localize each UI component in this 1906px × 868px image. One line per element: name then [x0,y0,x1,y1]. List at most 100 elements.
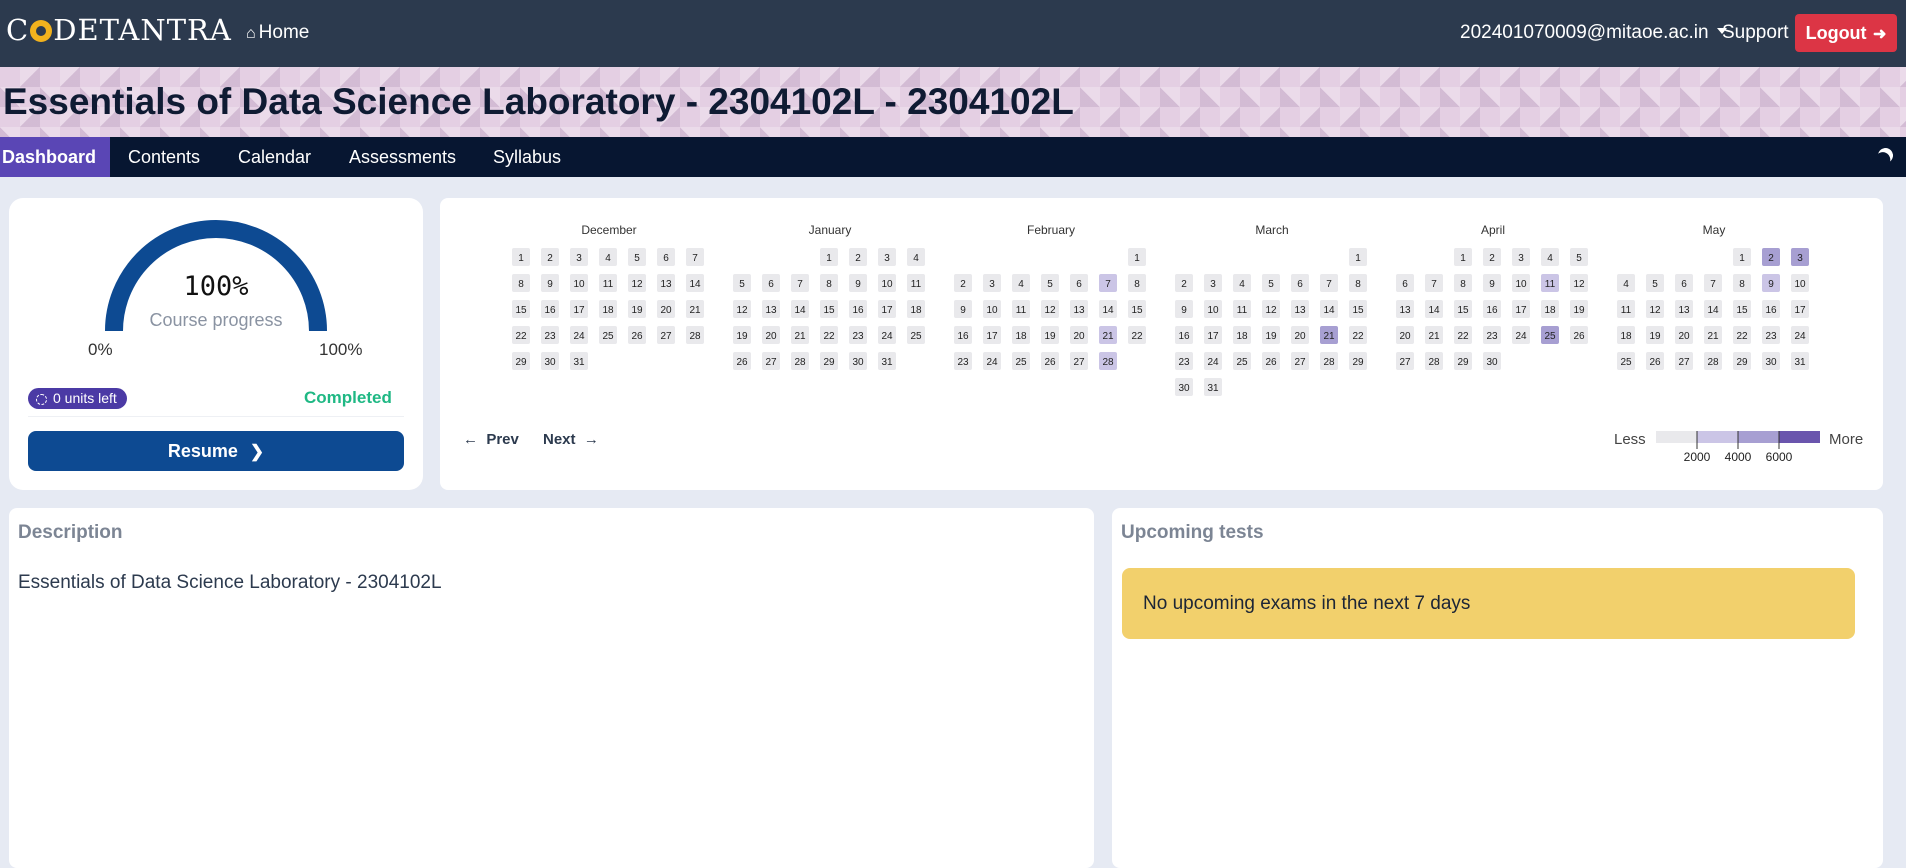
heatmap-day-label: 1 [826,253,832,264]
heatmap-day-label: 21 [1102,331,1114,342]
heatmap-day-label: 21 [1707,331,1719,342]
heatmap-day-label: 20 [1073,331,1085,342]
legend-more-label: More [1829,431,1864,448]
heatmap-day-label: 19 [1265,331,1277,342]
divider [28,416,404,417]
heatmap-day-label: 4 [1623,279,1629,290]
heatmap-day-label: 17 [881,305,893,316]
course-title: Essentials of Data Science Laboratory - … [3,81,1074,122]
heatmap-day-label: 3 [1797,253,1803,264]
heatmap-day-label: 9 [960,305,966,316]
heatmap-day-label: 15 [1457,305,1469,316]
heatmap-day-label: 19 [1044,331,1056,342]
heatmap-day-label: 20 [1678,331,1690,342]
heatmap-day-label: 9 [547,279,553,290]
heatmap-day-label: 5 [1576,253,1582,264]
heatmap-day-label: 30 [1486,357,1498,368]
heatmap-day-label: 28 [794,357,806,368]
heatmap-day-label: 11 [1621,305,1632,316]
heatmap-day-label: 25 [1236,357,1248,368]
heatmap-day-label: 28 [1707,357,1719,368]
home-link[interactable]: ⌂ Home [246,22,309,44]
heatmap-day-label: 2 [960,279,966,290]
home-label: Home [258,22,310,43]
heatmap-day-label: 25 [1544,331,1556,342]
heatmap-day-label: 26 [1044,357,1056,368]
heatmap-day-label: 27 [660,331,672,342]
heatmap-day-label: 21 [1323,331,1335,342]
heatmap-day-label: 16 [957,331,969,342]
heatmap-month-label: January [809,223,852,237]
heatmap-day-label: 10 [1794,279,1806,290]
logout-button[interactable]: Logout ➜ [1795,14,1897,52]
heatmap-day-label: 5 [634,253,640,264]
heatmap-day-label: 18 [1236,331,1248,342]
heatmap-day-label: 13 [1073,305,1085,316]
heatmap-day-label: 9 [1181,305,1187,316]
heatmap-day-label: 9 [1489,279,1495,290]
heatmap-day-label: 21 [1428,331,1440,342]
heatmap-day-label: 10 [1207,305,1219,316]
next-label: Next [543,431,576,448]
course-nav: Dashboard Contents Calendar Assessments … [0,137,1906,177]
tab-contents[interactable]: Contents [128,137,200,177]
heatmap-day-label: 25 [910,331,922,342]
heatmap-day-label: 6 [1681,279,1687,290]
support-link[interactable]: Support [1722,22,1789,44]
heatmap-day-label: 15 [515,305,527,316]
heatmap-day-label: 5 [739,279,745,290]
heatmap-day-label: 1 [1739,253,1745,264]
heatmap-day-label: 24 [1207,357,1219,368]
heatmap-day-label: 26 [1573,331,1585,342]
heatmap-day-label: 25 [1015,357,1027,368]
heatmap-day-label: 16 [1486,305,1498,316]
heatmap-day-label: 24 [986,357,998,368]
heatmap-day-label: 27 [1294,357,1306,368]
tab-dashboard[interactable]: Dashboard [0,137,111,177]
heatmap-day-label: 2 [547,253,553,264]
heatmap-day-label: 13 [1399,305,1411,316]
resume-button[interactable]: Resume ❯ [28,431,404,471]
next-button[interactable]: Next → [543,431,599,448]
arrow-right-icon: → [583,431,599,448]
heatmap-day-label: 12 [1649,305,1661,316]
heatmap-day-label: 7 [692,253,698,264]
heatmap-month-label: May [1703,223,1726,237]
moon-icon[interactable] [1876,146,1895,165]
heatmap-day-label: 11 [1545,279,1556,290]
home-icon: ⌂ [246,25,256,42]
heatmap-day-label: 14 [1428,305,1440,316]
tab-assessments[interactable]: Assessments [349,137,456,177]
tab-calendar[interactable]: Calendar [238,137,311,177]
tab-syllabus[interactable]: Syllabus [493,137,561,177]
heatmap-day-label: 8 [1460,279,1466,290]
legend-swatch [1656,431,1697,443]
prev-button[interactable]: ← Prev [463,431,519,448]
heatmap-day-label: 29 [823,357,835,368]
heatmap-day-label: 22 [1352,331,1364,342]
codetantra-logo[interactable]: C DETANTRA [6,13,232,47]
heatmap-day-label: 14 [689,279,701,290]
logo-text: DETANTRA [53,13,232,47]
heatmap-day-label: 6 [1402,279,1408,290]
heatmap-day-label: 24 [1515,331,1527,342]
description-card: Description Essentials of Data Science L… [9,508,1094,868]
heatmap-day-label: 22 [515,331,527,342]
heatmap-day-label: 3 [884,253,890,264]
sign-out-icon: ➜ [1868,26,1887,43]
heatmap-month-label: April [1481,223,1505,237]
heatmap-day-label: 13 [765,305,777,316]
legend-swatch [1779,431,1820,443]
heatmap-day-label: 26 [1265,357,1277,368]
user-email: 202401070009@mitaoe.ac.in [1460,22,1709,43]
user-menu-dropdown[interactable]: 202401070009@mitaoe.ac.in [1460,22,1727,44]
heatmap-day-label: 30 [544,357,556,368]
heatmap-day-label: 23 [1765,331,1777,342]
heatmap-day-label: 11 [1237,305,1248,316]
heatmap-day-label: 6 [1297,279,1303,290]
heatmap-day-label: 30 [1178,383,1190,394]
no-upcoming-tests-alert: No upcoming exams in the next 7 days [1122,568,1855,639]
heatmap-day-label: 25 [602,331,614,342]
heatmap-day-label: 27 [1399,357,1411,368]
heatmap-day-label: 20 [1399,331,1411,342]
